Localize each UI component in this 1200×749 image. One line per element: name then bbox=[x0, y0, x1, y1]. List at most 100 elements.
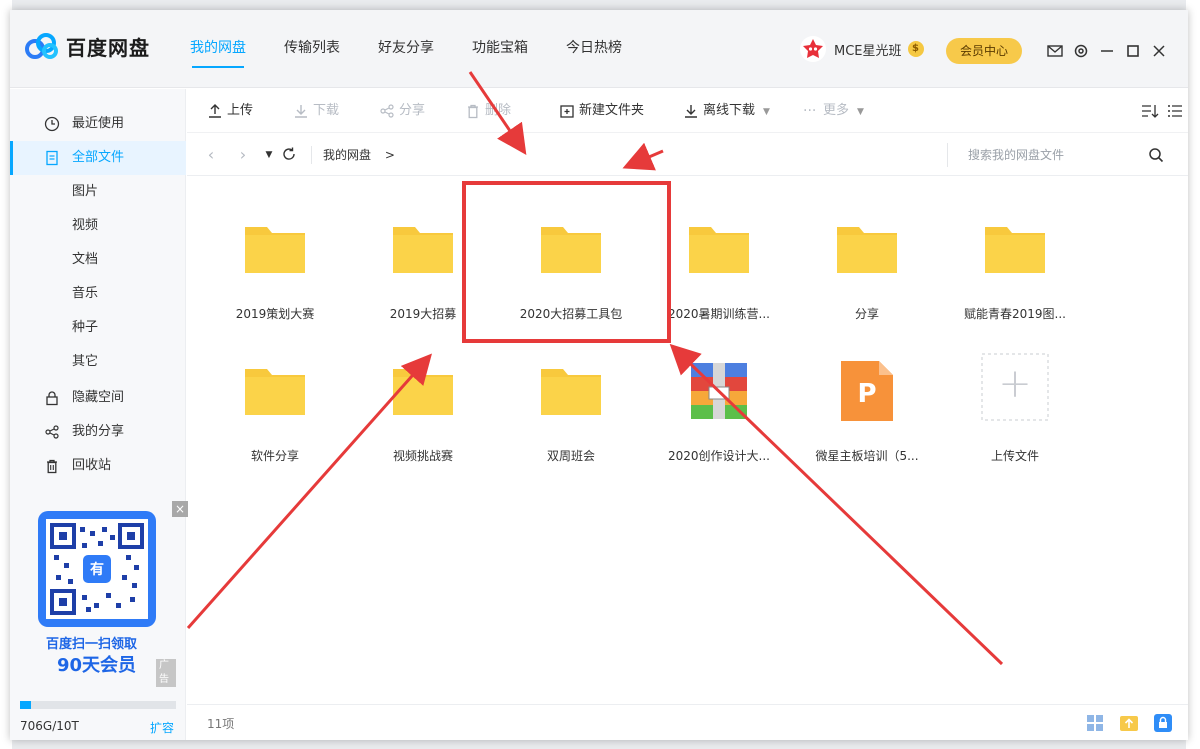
brand-name: 百度网盘 bbox=[66, 35, 150, 60]
list-view-icon[interactable] bbox=[1167, 103, 1183, 119]
file-name: 视频挑战赛 bbox=[392, 449, 453, 463]
file-item[interactable]: P 微星主板培训（5... bbox=[797, 339, 937, 463]
sidebar-item-videos[interactable]: 视频 bbox=[10, 209, 186, 243]
sidebar-item-label: 我的分享 bbox=[72, 424, 125, 439]
file-item[interactable]: 赋能青春2019图... bbox=[945, 197, 1085, 321]
ad-close-button[interactable]: × bbox=[172, 501, 188, 517]
file-name: 2020创作设计大... bbox=[668, 449, 770, 463]
download-button[interactable]: 下载 bbox=[293, 89, 339, 133]
maximize-icon[interactable] bbox=[1122, 40, 1144, 62]
delete-label: 删除 bbox=[485, 103, 512, 118]
sidebar-item-documents[interactable]: 文档 bbox=[10, 243, 186, 277]
trash-icon bbox=[468, 104, 478, 119]
file-name: 2020暑期训练营... bbox=[668, 307, 770, 321]
storage-usage: 706G/10T bbox=[20, 719, 79, 733]
nav-hot-list[interactable]: 今日热榜 bbox=[566, 10, 622, 88]
nav-transfer-list[interactable]: 传输列表 bbox=[284, 10, 340, 88]
search-icon[interactable] bbox=[1148, 147, 1164, 163]
sidebar-item-other[interactable]: 其它 bbox=[10, 345, 186, 379]
storage-progress-fill bbox=[20, 701, 31, 709]
history-dropdown-icon[interactable]: ▼ bbox=[259, 145, 279, 165]
new-folder-button[interactable]: 新建文件夹 bbox=[559, 89, 644, 133]
more-label: 更多 bbox=[823, 103, 850, 118]
username[interactable]: MCE星光班 bbox=[834, 40, 902, 59]
file-name: 软件分享 bbox=[250, 449, 299, 463]
file-item[interactable]: 2020暑期训练营... bbox=[649, 197, 789, 321]
folder-icon bbox=[393, 227, 453, 273]
mail-icon[interactable] bbox=[1044, 40, 1066, 62]
minimize-icon[interactable] bbox=[1096, 40, 1118, 62]
ad-line-2: 90天会员 bbox=[57, 655, 137, 676]
lock-icon bbox=[46, 391, 58, 406]
sidebar-item-torrents[interactable]: 种子 bbox=[10, 311, 186, 345]
delete-button[interactable]: 删除 bbox=[465, 89, 511, 133]
file-item[interactable]: 2020大招募工具包 bbox=[501, 197, 641, 321]
vip-center-button[interactable]: 会员中心 bbox=[946, 38, 1022, 64]
file-item[interactable]: 软件分享 bbox=[205, 339, 345, 463]
sort-icon[interactable] bbox=[1141, 103, 1159, 119]
file-item[interactable]: 2019大招募 bbox=[353, 197, 493, 321]
more-button[interactable]: ··· 更多 ▼ bbox=[803, 89, 864, 133]
status-bar: 11项 bbox=[187, 704, 1188, 740]
sidebar-item-hidden-space[interactable]: 隐藏空间 bbox=[10, 381, 186, 415]
nav-friend-share[interactable]: 好友分享 bbox=[378, 10, 434, 88]
title-bar: 百度网盘 我的网盘 传输列表 好友分享 功能宝箱 今日热榜 MCE星光班 $ 会… bbox=[10, 10, 1188, 88]
avatar[interactable] bbox=[800, 36, 826, 62]
qr-code: 有 bbox=[46, 519, 148, 619]
breadcrumb[interactable]: 我的网盘 > bbox=[323, 146, 395, 163]
user-area[interactable]: MCE星光班 $ bbox=[800, 36, 924, 62]
file-item[interactable]: 双周班会 bbox=[501, 339, 641, 463]
grid-view-icon[interactable] bbox=[1085, 713, 1105, 733]
upload-folder-icon[interactable] bbox=[1119, 713, 1139, 733]
folder-icon bbox=[837, 227, 897, 273]
sidebar-item-label: 其它 bbox=[72, 354, 99, 369]
sidebar-item-my-shares[interactable]: 我的分享 bbox=[10, 415, 186, 449]
file-item[interactable]: 2019策划大赛 bbox=[205, 197, 345, 321]
nav-toolbox[interactable]: 功能宝箱 bbox=[472, 10, 528, 88]
settings-gear-icon[interactable] bbox=[1070, 40, 1092, 62]
document-icon bbox=[46, 150, 58, 166]
sidebar-item-label: 音乐 bbox=[72, 286, 99, 301]
sidebar-item-label: 文档 bbox=[72, 252, 99, 267]
ppt-glyph: P bbox=[857, 379, 877, 409]
refresh-icon[interactable] bbox=[281, 146, 297, 162]
upload-file-tile[interactable]: + 上传文件 bbox=[945, 339, 1085, 463]
search-box[interactable] bbox=[947, 143, 1179, 167]
file-item[interactable]: 视频挑战赛 bbox=[353, 339, 493, 463]
sidebar-item-images[interactable]: 图片 bbox=[10, 175, 186, 209]
share-icon bbox=[45, 425, 59, 439]
nav-my-disk[interactable]: 我的网盘 bbox=[190, 10, 246, 88]
back-button[interactable]: ‹ bbox=[201, 145, 221, 165]
expand-storage-link[interactable]: 扩容 bbox=[150, 719, 174, 736]
folder-icon bbox=[689, 227, 749, 273]
sidebar-item-recent[interactable]: 最近使用 bbox=[10, 107, 186, 141]
coin-icon: $ bbox=[907, 41, 924, 57]
sidebar-item-music[interactable]: 音乐 bbox=[10, 277, 186, 311]
breadcrumb-root[interactable]: 我的网盘 bbox=[323, 148, 371, 162]
folder-icon bbox=[245, 369, 305, 415]
lock-icon[interactable] bbox=[1153, 713, 1173, 733]
cloud-logo-icon bbox=[25, 33, 58, 59]
file-name: 2020大招募工具包 bbox=[519, 307, 623, 321]
chevron-down-icon: ▼ bbox=[857, 107, 864, 117]
address-bar: ‹ › ▼ 我的网盘 > bbox=[187, 134, 1188, 176]
new-folder-label: 新建文件夹 bbox=[579, 103, 645, 118]
new-folder-icon bbox=[560, 105, 574, 118]
download-icon bbox=[685, 105, 697, 118]
upload-button[interactable]: 上传 bbox=[207, 89, 253, 133]
sidebar-item-recycle-bin[interactable]: 回收站 bbox=[10, 449, 186, 483]
close-icon[interactable] bbox=[1148, 40, 1170, 62]
sidebar-item-all-files[interactable]: 全部文件 bbox=[10, 141, 186, 175]
offline-download-button[interactable]: 离线下载 ▼ bbox=[683, 89, 770, 133]
file-item[interactable]: 2020创作设计大... bbox=[649, 339, 789, 463]
archive-file-icon bbox=[691, 363, 747, 419]
search-input[interactable] bbox=[968, 145, 1138, 165]
file-name: 2019大招募 bbox=[389, 307, 457, 321]
forward-button[interactable]: › bbox=[233, 145, 253, 165]
sidebar-item-label: 全部文件 bbox=[72, 150, 125, 165]
share-button[interactable]: 分享 bbox=[379, 89, 425, 133]
qr-ad-banner[interactable]: × 有 百度扫一扫领取 90天会员 广告 bbox=[24, 501, 188, 687]
baidu-netdisk-window: 百度网盘 我的网盘 传输列表 好友分享 功能宝箱 今日热榜 MCE星光班 $ 会… bbox=[10, 10, 1188, 740]
file-item[interactable]: 分享 bbox=[797, 197, 937, 321]
file-name: 2019策划大赛 bbox=[235, 307, 315, 321]
